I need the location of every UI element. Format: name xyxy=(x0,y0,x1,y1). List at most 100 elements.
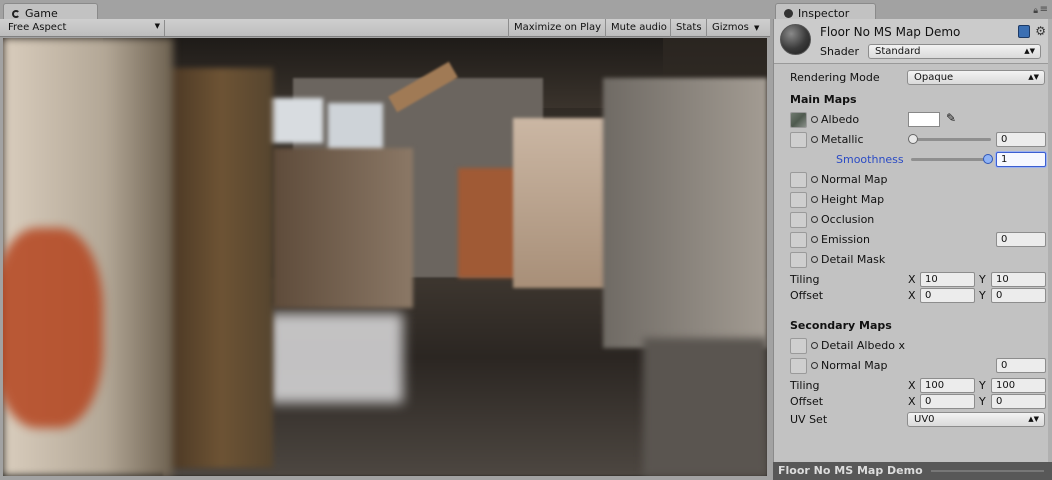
chevron-down-icon: ▲▼ xyxy=(1028,415,1039,423)
object-picker-icon[interactable] xyxy=(811,116,818,123)
main-maps-header: Main Maps xyxy=(790,91,1046,109)
object-picker-icon[interactable] xyxy=(811,216,818,223)
secondary-offset-y-field[interactable]: 0 xyxy=(991,394,1046,409)
offset-label: Offset xyxy=(790,289,824,302)
shader-dropdown[interactable]: Standard ▲▼ xyxy=(868,44,1041,59)
game-window: Game Free Aspect ▼ Maximize on Play Mute… xyxy=(0,0,770,480)
eyedropper-icon[interactable]: ✎ xyxy=(946,111,956,125)
occlusion-texture-slot[interactable] xyxy=(790,212,807,228)
smoothness-field[interactable]: 1 xyxy=(996,152,1046,167)
aspect-dropdown[interactable]: Free Aspect ▼ xyxy=(4,20,165,36)
offset-label: Offset xyxy=(790,395,824,408)
inspector-scrollbar[interactable] xyxy=(1048,19,1052,462)
metallic-slider[interactable] xyxy=(911,138,991,141)
detail-albedo-texture-slot[interactable] xyxy=(790,338,807,354)
main-offset-x-field[interactable]: 0 xyxy=(920,288,975,303)
object-picker-icon[interactable] xyxy=(811,342,818,349)
detail-mask-texture-slot[interactable] xyxy=(790,252,807,268)
secondary-normal-map-texture-slot[interactable] xyxy=(790,358,807,374)
main-maps-title: Main Maps xyxy=(790,93,857,106)
y-label: Y xyxy=(979,289,986,302)
gizmos-button[interactable]: Gizmos ▼ xyxy=(706,19,764,37)
emission-label: Emission xyxy=(821,233,870,246)
main-tiling-x-field[interactable]: 10 xyxy=(920,272,975,287)
info-icon xyxy=(784,9,793,18)
detail-mask-row: Detail Mask xyxy=(790,251,1046,269)
game-viewport[interactable] xyxy=(3,38,767,476)
smoothness-slider[interactable] xyxy=(911,158,991,161)
chevron-down-icon: ▲▼ xyxy=(1024,47,1035,55)
uv-set-value: UV0 xyxy=(914,414,935,425)
height-map-texture-slot[interactable] xyxy=(790,192,807,208)
scene-shadow xyxy=(643,338,767,476)
y-label: Y xyxy=(979,379,986,392)
menu-icon[interactable]: ≡ xyxy=(1040,4,1048,15)
smoothness-slider-thumb[interactable] xyxy=(983,154,993,164)
secondary-tiling-y-field[interactable]: 100 xyxy=(991,378,1046,393)
secondary-normal-scale-field[interactable]: 0 xyxy=(996,358,1046,373)
metallic-slider-thumb[interactable] xyxy=(908,134,918,144)
object-picker-icon[interactable] xyxy=(811,256,818,263)
scene-crate-logo xyxy=(3,228,103,428)
material-name: Floor No MS Map Demo xyxy=(820,25,961,39)
object-picker-icon[interactable] xyxy=(811,196,818,203)
help-book-icon[interactable] xyxy=(1018,25,1030,38)
lock-icon[interactable]: 🔒︎ xyxy=(1033,6,1038,16)
game-toolbar: Free Aspect ▼ Maximize on Play Mute audi… xyxy=(0,19,770,37)
x-label: X xyxy=(908,395,916,408)
metallic-field[interactable]: 0 xyxy=(996,132,1046,147)
secondary-maps-header: Secondary Maps xyxy=(790,317,1046,335)
scene-crates xyxy=(458,168,518,278)
secondary-offset-row: Offset X 0 Y 0 xyxy=(790,393,1046,411)
chevron-down-icon: ▼ xyxy=(754,24,760,32)
detail-albedo-label: Detail Albedo x xyxy=(821,339,905,352)
rendering-mode-dropdown[interactable]: Opaque ▲▼ xyxy=(907,70,1045,85)
metallic-texture-slot[interactable] xyxy=(790,132,807,148)
scene-crates xyxy=(273,148,413,308)
object-picker-icon[interactable] xyxy=(811,176,818,183)
normal-map-texture-slot[interactable] xyxy=(790,172,807,188)
occlusion-label: Occlusion xyxy=(821,213,875,226)
metallic-row: Metallic 0 xyxy=(790,131,1046,149)
scene-crates xyxy=(603,78,767,348)
secondary-maps-title: Secondary Maps xyxy=(790,319,892,332)
secondary-tiling-x-field[interactable]: 100 xyxy=(920,378,975,393)
main-tiling-y-field[interactable]: 10 xyxy=(991,272,1046,287)
metallic-label: Metallic xyxy=(821,133,864,146)
detail-mask-label: Detail Mask xyxy=(821,253,886,266)
secondary-normal-map-row: Normal Map 0 xyxy=(790,357,1046,375)
shader-label: Shader xyxy=(820,45,859,58)
drag-handle[interactable] xyxy=(931,470,1044,472)
mute-audio-button[interactable]: Mute audio xyxy=(605,19,672,37)
emission-field[interactable]: 0 xyxy=(996,232,1046,247)
aspect-value: Free Aspect xyxy=(8,22,67,33)
object-picker-icon[interactable] xyxy=(811,362,818,369)
maximize-on-play-button[interactable]: Maximize on Play xyxy=(508,19,606,37)
albedo-label: Albedo xyxy=(821,113,860,126)
material-header: Floor No MS Map Demo Shader Standard ▲▼ … xyxy=(774,19,1052,64)
albedo-color-swatch[interactable] xyxy=(908,112,940,127)
object-picker-icon[interactable] xyxy=(811,136,818,143)
shader-value: Standard xyxy=(875,46,921,57)
uv-set-label: UV Set xyxy=(790,413,828,426)
asset-preview-bar[interactable]: Floor No MS Map Demo xyxy=(773,462,1052,480)
albedo-row: Albedo ✎ xyxy=(790,111,1046,129)
uv-set-dropdown[interactable]: UV0 ▲▼ xyxy=(907,412,1045,427)
material-preview-sphere xyxy=(780,24,811,55)
gear-icon[interactable]: ⚙ xyxy=(1035,24,1046,38)
tiling-label: Tiling xyxy=(790,379,820,392)
normal-map-label: Normal Map xyxy=(821,173,888,186)
main-offset-y-field[interactable]: 0 xyxy=(991,288,1046,303)
inspector-window: Inspector 🔒︎ ≡ Floor No MS Map Demo Shad… xyxy=(773,0,1052,480)
scene-floor-reflection xyxy=(268,313,403,403)
stats-button[interactable]: Stats xyxy=(670,19,707,37)
gizmos-label: Gizmos xyxy=(712,22,749,33)
albedo-texture-slot[interactable] xyxy=(790,112,807,128)
emission-texture-slot[interactable] xyxy=(790,232,807,248)
object-picker-icon[interactable] xyxy=(811,236,818,243)
secondary-offset-x-field[interactable]: 0 xyxy=(920,394,975,409)
secondary-normal-map-label: Normal Map xyxy=(821,359,888,372)
rendering-mode-row: Rendering Mode Opaque ▲▼ xyxy=(790,69,1046,87)
normal-map-row: Normal Map xyxy=(790,171,1046,189)
tiling-label: Tiling xyxy=(790,273,820,286)
